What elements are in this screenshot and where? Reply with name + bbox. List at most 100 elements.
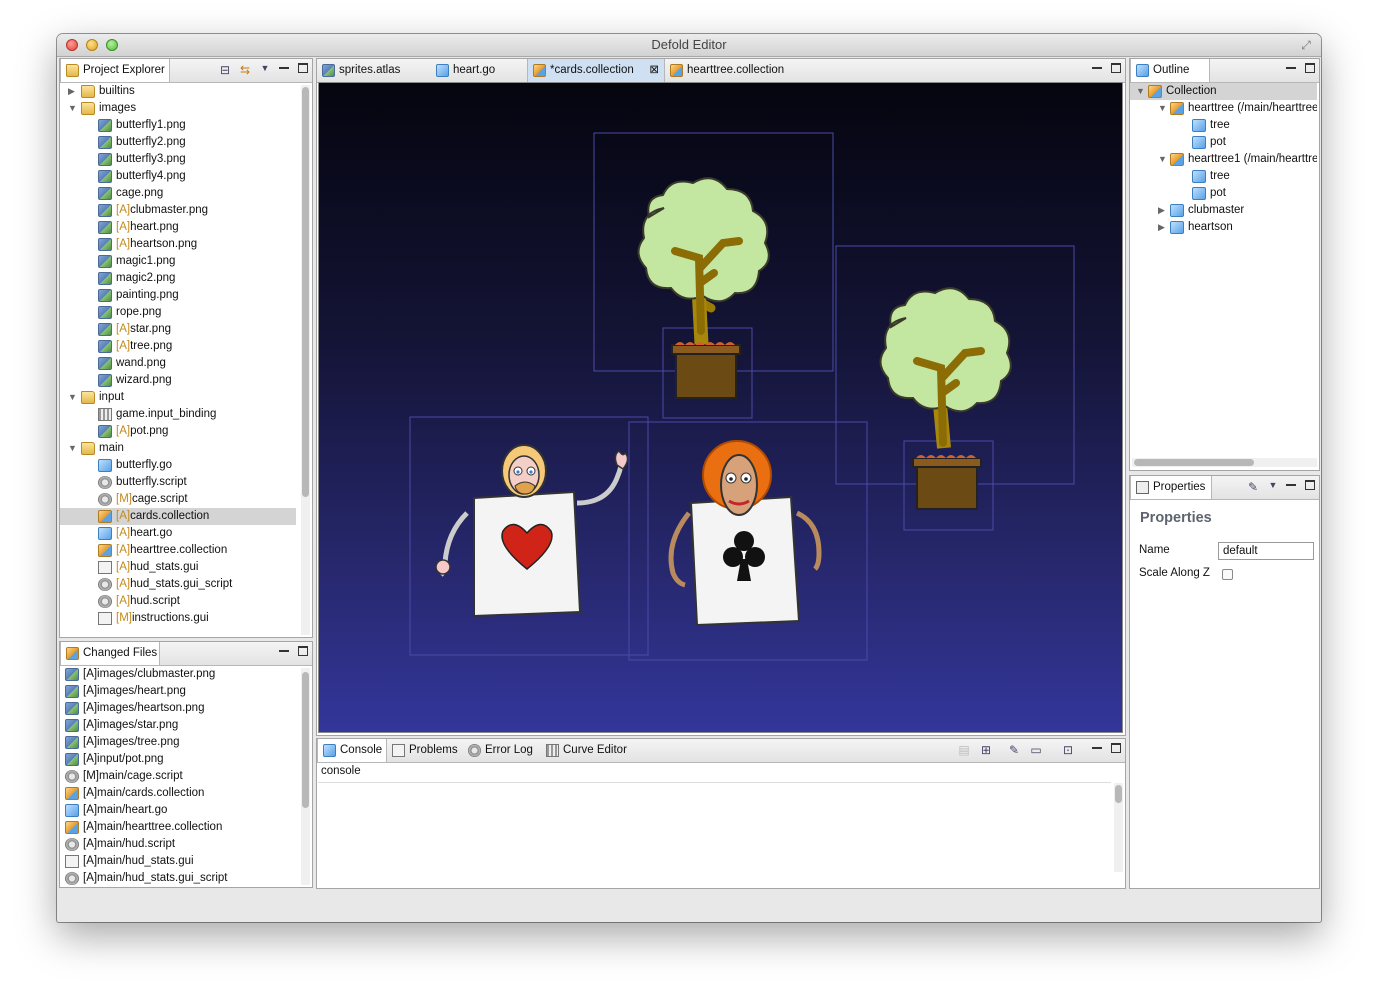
outline-row[interactable]: ▶ clubmaster xyxy=(1130,202,1317,219)
tree-row[interactable]: butterfly.script xyxy=(60,474,296,491)
scene-viewport[interactable] xyxy=(318,82,1123,733)
console-scrollbar[interactable] xyxy=(1114,783,1123,872)
editor-tab[interactable]: *cards.collection ⊠ xyxy=(527,59,665,82)
expanded-arrow-icon[interactable]: ▼ xyxy=(68,440,78,457)
pot-sprite[interactable] xyxy=(912,455,982,510)
tree-row[interactable]: magic1.png xyxy=(60,253,296,270)
tree-row[interactable]: game.input_binding xyxy=(60,406,296,423)
changed-file-row[interactable]: [A]main/hud_stats.gui_script xyxy=(60,870,296,887)
tree-row[interactable]: [A]pot.png xyxy=(60,423,296,440)
close-window-button[interactable] xyxy=(66,39,78,51)
changed-file-row[interactable]: [M]main/cage.script xyxy=(60,768,296,785)
minimize-pane-icon[interactable] xyxy=(278,646,289,652)
view-menu-icon[interactable]: ▼ xyxy=(1266,478,1280,492)
pin-console-icon[interactable]: ✎ xyxy=(1007,743,1021,757)
minimize-pane-icon[interactable] xyxy=(1091,743,1102,749)
collapse-all-icon[interactable]: ⊟ xyxy=(218,63,232,77)
scroll-thumb[interactable] xyxy=(302,672,309,808)
maximize-pane-icon[interactable] xyxy=(298,646,308,656)
scene-canvas[interactable] xyxy=(319,83,1123,733)
tree-row[interactable]: [A]heartson.png xyxy=(60,236,296,253)
tree-row[interactable]: butterfly.go xyxy=(60,457,296,474)
tree-row[interactable]: butterfly4.png xyxy=(60,168,296,185)
tree-row[interactable]: painting.png xyxy=(60,287,296,304)
bottom-tab[interactable]: Console xyxy=(317,739,387,762)
tab-changed-files[interactable]: Changed Files xyxy=(60,642,160,665)
minimize-window-button[interactable] xyxy=(86,39,98,51)
tree-row[interactable]: wand.png xyxy=(60,355,296,372)
tree-row[interactable]: cage.png xyxy=(60,185,296,202)
changed-file-row[interactable]: [A]images/clubmaster.png xyxy=(60,666,296,683)
tree-row[interactable]: ▶ builtins xyxy=(60,83,296,100)
project-tree-scrollbar[interactable] xyxy=(301,85,310,635)
bottom-tab[interactable]: Error Log xyxy=(463,739,541,762)
editor-tab[interactable]: sprites.atlas xyxy=(317,59,431,82)
tree-row[interactable]: [A]star.png xyxy=(60,321,296,338)
changed-file-row[interactable]: [A]input/pot.png xyxy=(60,751,296,768)
minimize-pane-icon[interactable] xyxy=(1285,480,1296,486)
outline-hscrollbar[interactable] xyxy=(1132,458,1317,467)
pot-sprite[interactable] xyxy=(671,342,741,399)
tree-row[interactable]: [A]hud_stats.gui_script xyxy=(60,576,296,593)
tree-row[interactable]: magic2.png xyxy=(60,270,296,287)
expanded-arrow-icon[interactable]: ▼ xyxy=(1136,83,1146,100)
scroll-lock-icon[interactable]: ⊞ xyxy=(979,743,993,757)
maximize-pane-icon[interactable] xyxy=(298,63,308,73)
changed-file-row[interactable]: [A]images/heartson.png xyxy=(60,700,296,717)
outline-row[interactable]: ▼ hearttree (/main/hearttree.collection) xyxy=(1130,100,1317,117)
heartson-sprite[interactable] xyxy=(668,440,822,627)
tree-sprite[interactable] xyxy=(879,287,1012,449)
maximize-pane-icon[interactable] xyxy=(1305,480,1315,490)
clear-console-icon[interactable]: ▤ xyxy=(957,743,971,757)
tree-row[interactable]: [A]hearttree.collection xyxy=(60,542,296,559)
changed-file-row[interactable]: [A]main/cards.collection xyxy=(60,785,296,802)
changed-file-row[interactable]: [A]images/tree.png xyxy=(60,734,296,751)
changed-files-scrollbar[interactable] xyxy=(301,668,310,885)
name-field[interactable]: default xyxy=(1218,542,1314,560)
tree-row[interactable]: butterfly1.png xyxy=(60,117,296,134)
tree-sprite[interactable] xyxy=(637,177,770,354)
tree-row[interactable]: ▼ main xyxy=(60,440,296,457)
pin-properties-icon[interactable]: ✎ xyxy=(1246,480,1260,494)
expanded-arrow-icon[interactable]: ▼ xyxy=(1158,100,1168,117)
scroll-thumb[interactable] xyxy=(1134,459,1254,466)
collapsed-arrow-icon[interactable]: ▶ xyxy=(1158,219,1168,236)
maximize-pane-icon[interactable] xyxy=(1305,63,1315,73)
open-console-icon[interactable]: ⊡ xyxy=(1061,743,1075,757)
outline-row[interactable]: pot xyxy=(1130,185,1317,202)
tree-row[interactable]: [M]cage.script xyxy=(60,491,296,508)
changed-file-row[interactable]: [A]main/heart.go xyxy=(60,802,296,819)
console-output[interactable] xyxy=(318,782,1111,874)
changed-file-row[interactable]: [A]main/hearttree.collection xyxy=(60,819,296,836)
tree-row[interactable]: wizard.png xyxy=(60,372,296,389)
tree-row[interactable]: ▼ images xyxy=(60,100,296,117)
minimize-pane-icon[interactable] xyxy=(1285,63,1296,69)
tree-row[interactable]: [A]hud.script xyxy=(60,593,296,610)
tree-row[interactable]: [A]tree.png xyxy=(60,338,296,355)
zoom-window-button[interactable] xyxy=(106,39,118,51)
expanded-arrow-icon[interactable]: ▼ xyxy=(1158,151,1168,168)
maximize-pane-icon[interactable] xyxy=(1111,743,1121,753)
clubmaster-sprite[interactable] xyxy=(435,444,629,618)
expanded-arrow-icon[interactable]: ▼ xyxy=(68,100,78,117)
changed-file-row[interactable]: [A]images/heart.png xyxy=(60,683,296,700)
outline-row[interactable]: ▶ heartson xyxy=(1130,219,1317,236)
tree-row[interactable]: ▼ input xyxy=(60,389,296,406)
minimize-pane-icon[interactable] xyxy=(278,63,289,69)
expanded-arrow-icon[interactable]: ▼ xyxy=(68,389,78,406)
tree-row[interactable]: butterfly3.png xyxy=(60,151,296,168)
link-with-editor-icon[interactable]: ⇆ xyxy=(238,63,252,77)
scroll-thumb[interactable] xyxy=(302,87,309,497)
tree-row[interactable]: [A]hud_stats.gui xyxy=(60,559,296,576)
editor-tab[interactable]: hearttree.collection xyxy=(665,59,819,82)
tab-outline[interactable]: Outline xyxy=(1130,59,1210,82)
tree-row[interactable]: butterfly2.png xyxy=(60,134,296,151)
close-tab-icon[interactable]: ⊠ xyxy=(649,59,659,82)
outline-row[interactable]: ▼ Collection xyxy=(1130,83,1317,100)
scale-along-z-checkbox[interactable] xyxy=(1222,569,1233,580)
tree-row[interactable]: [A]clubmaster.png xyxy=(60,202,296,219)
bottom-tab[interactable]: Problems xyxy=(387,739,463,762)
tree-row[interactable]: [A]heart.png xyxy=(60,219,296,236)
changed-file-row[interactable]: [A]images/star.png xyxy=(60,717,296,734)
changed-file-row[interactable]: [A]main/hud.script xyxy=(60,836,296,853)
